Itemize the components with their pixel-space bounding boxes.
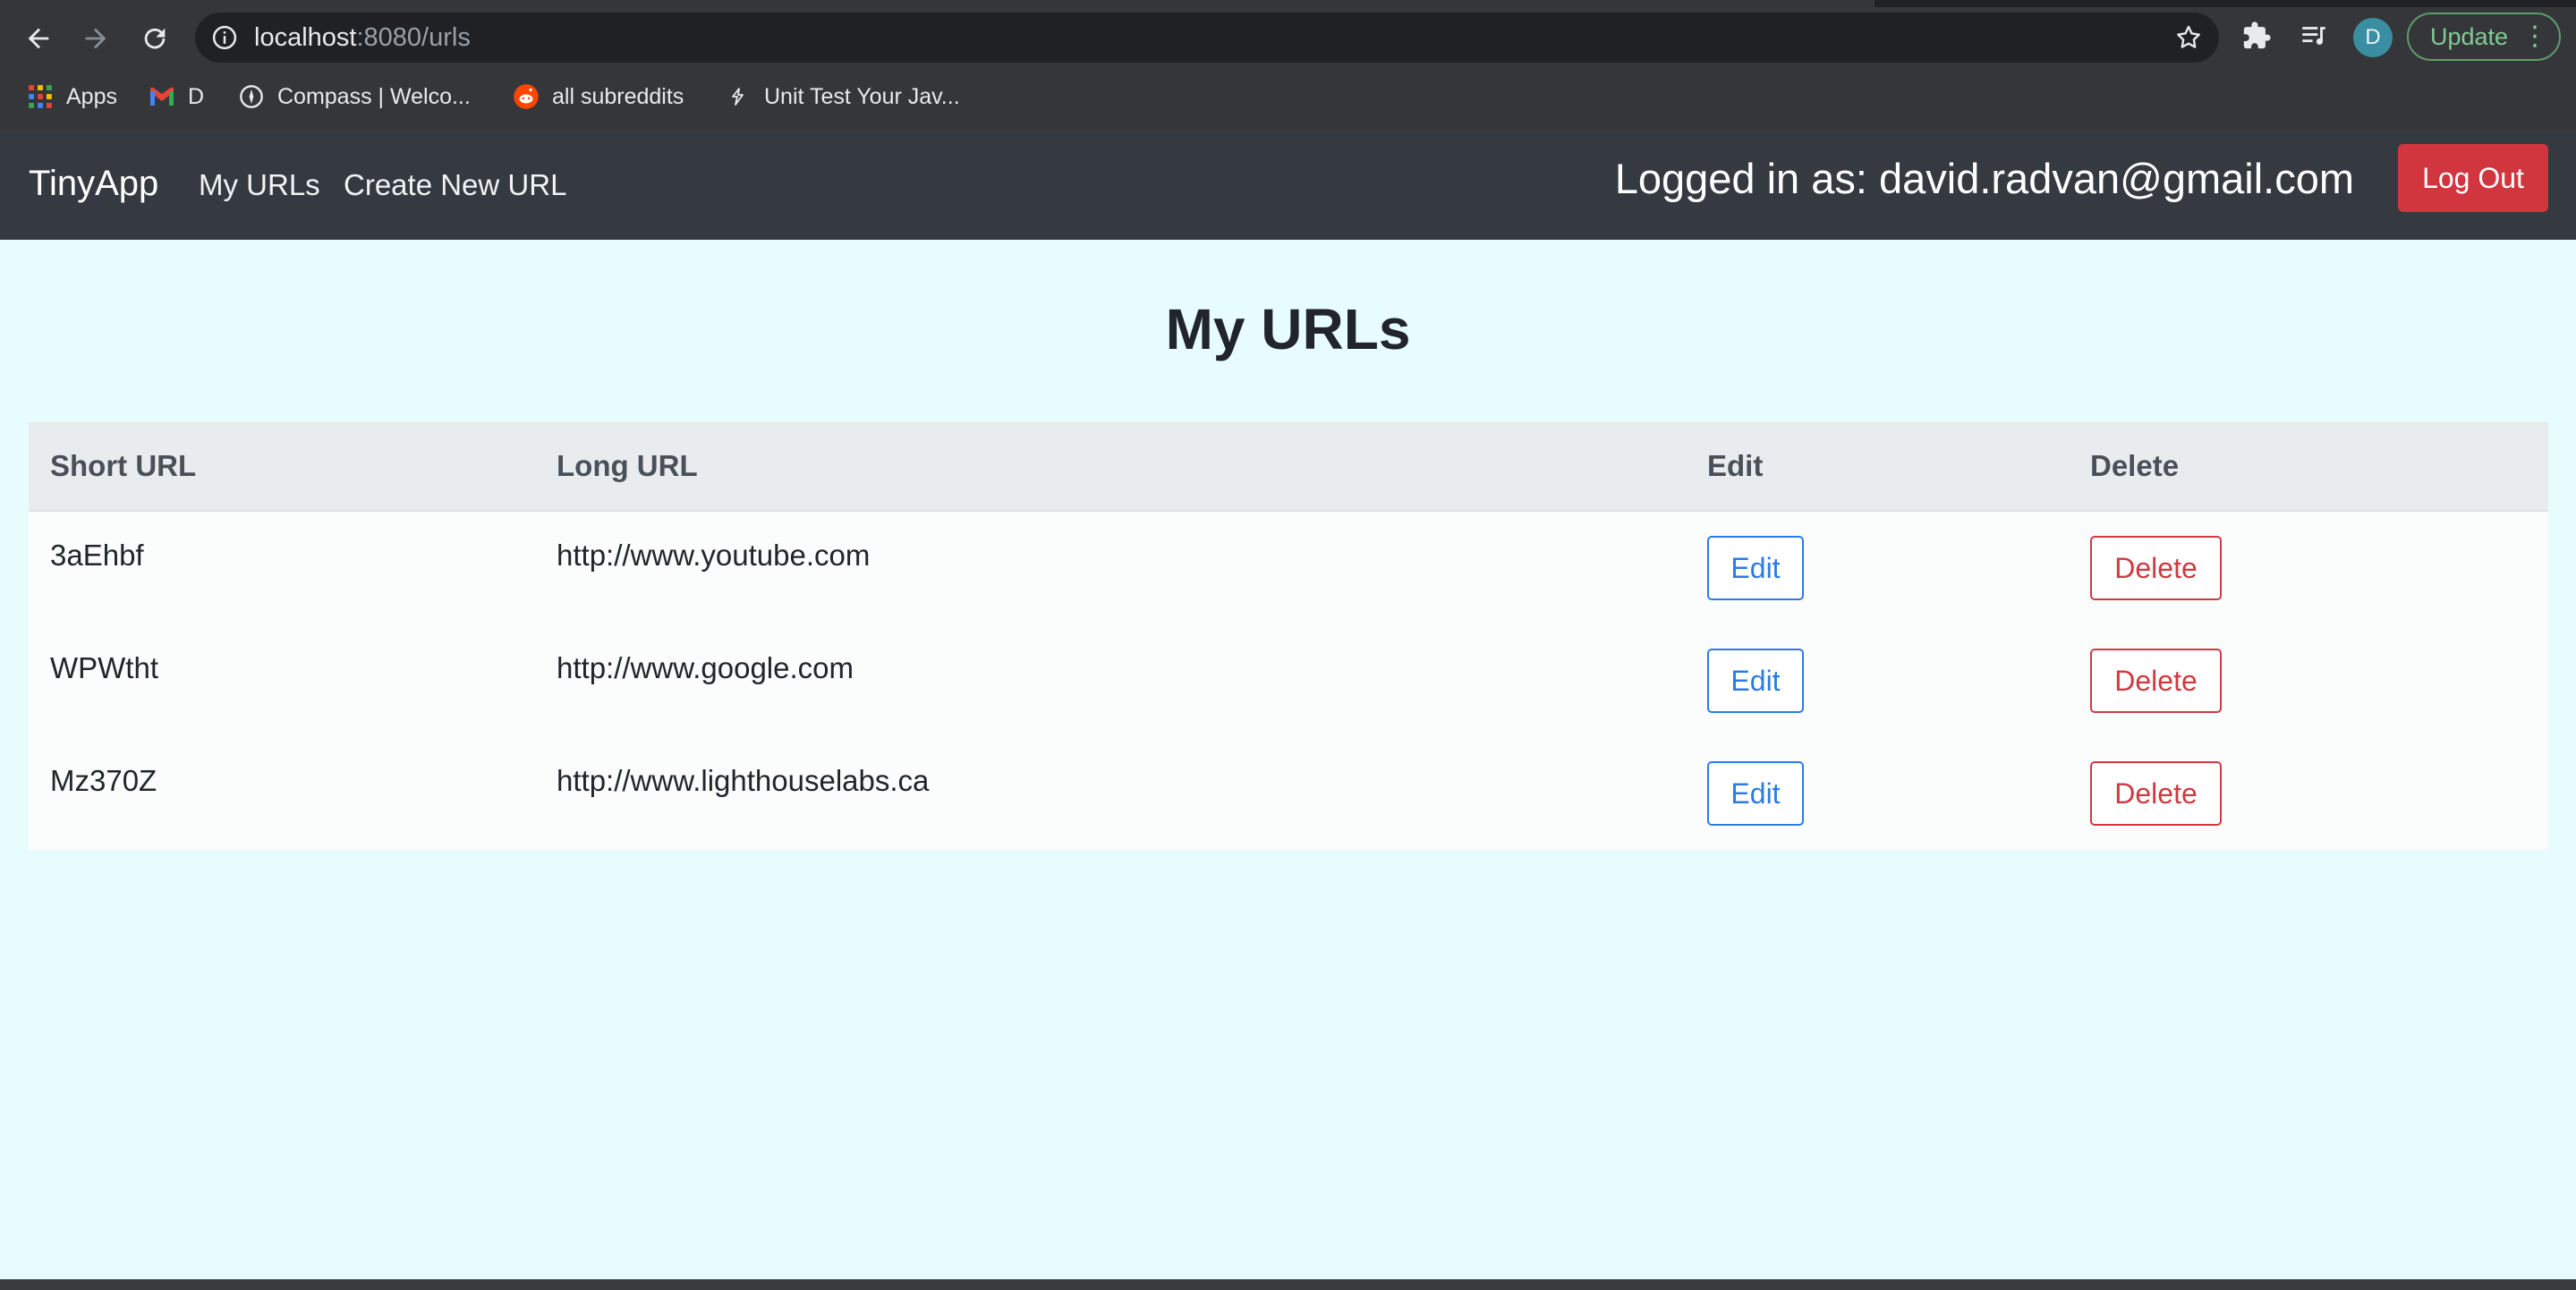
active-tab[interactable] xyxy=(0,0,1875,7)
logged-in-status: Logged in as: david.radvan@gmail.com xyxy=(1614,155,2354,202)
bookmark-label: Apps xyxy=(66,83,117,109)
long-url: http://www.lighthouselabs.ca xyxy=(557,764,930,797)
delete-button[interactable]: Delete xyxy=(2090,649,2222,713)
gmail-icon xyxy=(149,83,175,110)
table-row: 3aEhbf http://www.youtube.com Edit Delet… xyxy=(29,511,2548,624)
nav-create-new-url[interactable]: Create New URL xyxy=(344,167,566,203)
edit-cell: Edit xyxy=(1686,511,2069,624)
profile-avatar[interactable]: D xyxy=(2353,18,2393,57)
media-queue-icon[interactable] xyxy=(2296,18,2332,54)
short-url: 3aEhbf xyxy=(50,539,144,572)
page-title: My URLs xyxy=(1165,297,1411,361)
bookmark-unit-test[interactable]: Unit Test Your Jav... xyxy=(725,79,960,115)
delete-cell: Delete xyxy=(2069,737,2548,850)
tab-strip xyxy=(0,0,2576,7)
bookmark-label: all subreddits xyxy=(552,83,684,109)
short-url-cell: Mz370Z xyxy=(29,737,535,850)
delete-button[interactable]: Delete xyxy=(2090,761,2222,826)
bookmark-apps[interactable]: Apps xyxy=(27,79,117,115)
bookmark-label: Unit Test Your Jav... xyxy=(764,83,960,109)
url-path: :8080/urls xyxy=(356,23,471,52)
short-url: Mz370Z xyxy=(50,764,157,797)
address-bar[interactable]: localhost:8080/urls xyxy=(195,13,2219,63)
update-label: Update xyxy=(2430,23,2509,50)
app-navbar: TinyApp My URLs Create New URL Logged in… xyxy=(0,130,2576,240)
header-long-url: Long URL xyxy=(535,422,1686,512)
reload-icon[interactable] xyxy=(132,16,177,61)
logout-button[interactable]: Log Out xyxy=(2398,144,2548,212)
long-url-cell: http://www.youtube.com xyxy=(535,511,1686,624)
update-button[interactable]: Update ⋮ xyxy=(2407,13,2561,61)
short-url-cell: WPWtht xyxy=(29,624,535,737)
bookmark-gmail[interactable]: D xyxy=(149,79,204,115)
back-icon[interactable] xyxy=(16,16,61,61)
menu-dots-icon: ⋮ xyxy=(2521,21,2548,51)
reddit-icon xyxy=(513,83,540,110)
table-row: Mz370Z http://www.lighthouselabs.ca Edit… xyxy=(29,737,2548,850)
header-edit: Edit xyxy=(1686,422,2069,512)
bookmarks-bar: Apps D Compass | Welco... all subreddits xyxy=(0,73,2576,118)
url-host: localhost xyxy=(254,23,357,52)
bookmark-label: D xyxy=(188,83,205,109)
long-url-cell: http://www.google.com xyxy=(535,624,1686,737)
brand-link[interactable]: TinyApp xyxy=(29,162,158,205)
short-url: WPWtht xyxy=(50,651,158,684)
delete-button[interactable]: Delete xyxy=(2090,536,2222,600)
header-delete: Delete xyxy=(2069,422,2548,512)
urls-table: Short URL Long URL Edit Delete 3aEhbf ht… xyxy=(29,422,2548,850)
delete-cell: Delete xyxy=(2069,511,2548,624)
site-info-icon[interactable] xyxy=(211,24,238,51)
extensions-icon[interactable] xyxy=(2239,18,2274,54)
bookmark-compass[interactable]: Compass | Welco... xyxy=(238,79,471,115)
window-bottom-edge xyxy=(0,1279,2576,1290)
bookmark-star-icon[interactable] xyxy=(2174,23,2203,52)
forward-icon[interactable] xyxy=(73,16,118,61)
long-url: http://www.google.com xyxy=(557,651,854,684)
apps-grid-icon xyxy=(27,83,54,110)
long-url: http://www.youtube.com xyxy=(557,539,871,572)
browser-toolbar: localhost:8080/urls D Update ⋮ Apps D Co… xyxy=(0,0,2576,130)
edit-button[interactable]: Edit xyxy=(1707,649,1804,713)
edit-button[interactable]: Edit xyxy=(1707,536,1804,600)
url-text[interactable]: localhost:8080/urls xyxy=(254,23,471,52)
bookmark-label: Compass | Welco... xyxy=(277,83,471,109)
edit-cell: Edit xyxy=(1686,624,2069,737)
short-url-cell: 3aEhbf xyxy=(29,511,535,624)
compass-icon xyxy=(238,83,265,110)
delete-cell: Delete xyxy=(2069,624,2548,737)
bookmark-reddit[interactable]: all subreddits xyxy=(513,79,684,115)
nav-my-urls[interactable]: My URLs xyxy=(199,167,320,203)
bookmark-icon xyxy=(725,83,752,110)
edit-button[interactable]: Edit xyxy=(1707,761,1804,826)
table-header-row: Short URL Long URL Edit Delete xyxy=(29,422,2548,512)
header-short-url: Short URL xyxy=(29,422,535,512)
long-url-cell: http://www.lighthouselabs.ca xyxy=(535,737,1686,850)
edit-cell: Edit xyxy=(1686,737,2069,850)
table-row: WPWtht http://www.google.com Edit Delete xyxy=(29,624,2548,737)
